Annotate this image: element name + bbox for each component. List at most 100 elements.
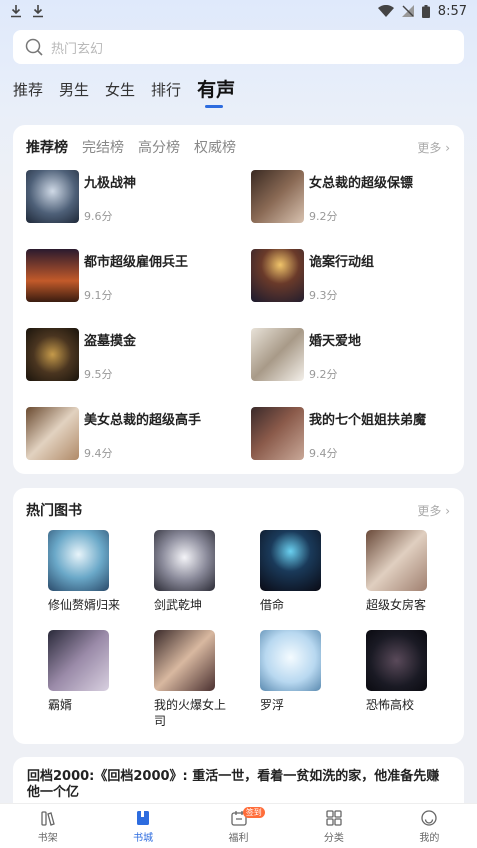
book-score: 9.4分 bbox=[309, 447, 338, 460]
book-cover bbox=[260, 530, 321, 591]
profile-icon bbox=[421, 809, 437, 826]
nav-label: 书城 bbox=[133, 832, 154, 844]
ranking-tabs: 推荐榜 完结榜 高分榜 权威榜 bbox=[26, 137, 236, 157]
nav-label: 我的 bbox=[419, 832, 440, 844]
book-grid-item[interactable]: 修仙赘婿归来 bbox=[48, 530, 138, 613]
book-icon bbox=[137, 810, 150, 825]
bottom-nav: 书架 书城 福利 签到 分类 我的 bbox=[0, 803, 477, 848]
book-title: 我的七个姐姐扶弟魔 bbox=[309, 413, 427, 428]
book-title: 我的火爆女上司 bbox=[154, 698, 227, 728]
book-score: 9.3分 bbox=[309, 289, 338, 302]
ranking-more-link[interactable]: 更多 › bbox=[417, 139, 450, 156]
nav-label: 分类 bbox=[323, 832, 344, 844]
book-cover bbox=[26, 328, 79, 381]
book-score: 9.2分 bbox=[309, 368, 338, 381]
nav-label: 福利 bbox=[228, 832, 249, 844]
more-label: 更多 bbox=[417, 504, 442, 518]
book-cover bbox=[26, 170, 79, 223]
rank-item[interactable]: 美女总裁的超级高手 9.4分 bbox=[26, 407, 236, 465]
book-title: 婚天爱地 bbox=[309, 334, 362, 349]
download-icon bbox=[11, 5, 21, 18]
download-icon bbox=[33, 5, 43, 18]
nav-bookshelf[interactable]: 书架 bbox=[0, 804, 95, 848]
book-title: 修仙赘婿归来 bbox=[48, 598, 121, 612]
book-score: 9.6分 bbox=[84, 210, 113, 223]
ranking-tab-completed[interactable]: 完结榜 bbox=[82, 137, 124, 157]
category-tabs: 推荐 男生 女生 排行 有声 bbox=[13, 78, 251, 108]
rank-item[interactable]: 九极战神 9.6分 bbox=[26, 170, 236, 228]
rank-item[interactable]: 我的七个姐姐扶弟魔 9.4分 bbox=[251, 407, 461, 465]
book-score: 9.2分 bbox=[309, 210, 338, 223]
book-cover bbox=[26, 407, 79, 460]
book-title: 都市超级雇佣兵王 bbox=[84, 255, 189, 270]
book-title: 剑武乾坤 bbox=[154, 598, 203, 612]
ranking-tab-high-score[interactable]: 高分榜 bbox=[138, 137, 180, 157]
rank-item[interactable]: 诡案行动组 9.3分 bbox=[251, 249, 461, 307]
book-title: 罗浮 bbox=[260, 698, 285, 712]
book-cover bbox=[154, 630, 215, 691]
tab-male[interactable]: 男生 bbox=[59, 78, 89, 102]
book-title: 女总裁的超级保镖 bbox=[309, 176, 414, 191]
status-time: 8:57 bbox=[437, 3, 467, 19]
checkin-badge: 签到 bbox=[242, 807, 265, 818]
book-score: 9.5分 bbox=[84, 368, 113, 381]
book-grid-item[interactable]: 借命 bbox=[260, 530, 350, 613]
hot-books-header: 热门图书 bbox=[26, 500, 82, 520]
book-title: 恐怖高校 bbox=[366, 698, 415, 712]
bookshelf-icon bbox=[41, 810, 55, 826]
nav-category[interactable]: 分类 bbox=[286, 804, 381, 848]
news-text: 回档2000:《回档2000》: 重活一世，看着一贫如洗的家，他准备先赚他一个亿 bbox=[27, 769, 440, 800]
tab-ranking[interactable]: 排行 bbox=[151, 78, 181, 102]
more-label: 更多 bbox=[417, 141, 442, 155]
wifi-icon bbox=[377, 5, 394, 17]
search-placeholder: 热门玄幻 bbox=[51, 41, 104, 57]
tab-recommend[interactable]: 推荐 bbox=[13, 78, 43, 102]
book-cover bbox=[26, 249, 79, 302]
book-grid-item[interactable]: 霸婿 bbox=[48, 630, 138, 713]
ranking-tab-recommend[interactable]: 推荐榜 bbox=[26, 137, 68, 157]
nav-label: 书架 bbox=[37, 832, 58, 844]
rank-item[interactable]: 盗墓摸金 9.5分 bbox=[26, 328, 236, 386]
grid-icon bbox=[326, 809, 342, 826]
book-title: 诡案行动组 bbox=[309, 255, 375, 270]
tab-audio[interactable]: 有声 bbox=[197, 78, 235, 108]
hot-books-more-link[interactable]: 更多 › bbox=[417, 502, 450, 519]
book-cover bbox=[260, 630, 321, 691]
nav-welfare[interactable]: 福利 签到 bbox=[191, 804, 286, 848]
search-icon bbox=[25, 38, 43, 56]
ranking-card: 推荐榜 完结榜 高分榜 权威榜 更多 › 九极战神 9.6分 女总裁的超级保镖 … bbox=[13, 125, 464, 474]
book-grid-item[interactable]: 我的火爆女上司 bbox=[154, 630, 244, 729]
book-score: 9.4分 bbox=[84, 447, 113, 460]
news-item[interactable]: 回档2000:《回档2000》: 重活一世，看着一贫如洗的家，他准备先赚他一个亿 bbox=[13, 757, 464, 805]
rank-item[interactable]: 女总裁的超级保镖 9.2分 bbox=[251, 170, 461, 228]
book-grid-item[interactable]: 恐怖高校 bbox=[366, 630, 456, 713]
book-title: 超级女房客 bbox=[366, 598, 427, 612]
book-title: 九极战神 bbox=[84, 176, 137, 191]
book-cover bbox=[251, 170, 304, 223]
book-cover bbox=[48, 630, 109, 691]
book-cover bbox=[251, 407, 304, 460]
no-signal-icon bbox=[401, 5, 414, 17]
status-bar: 8:57 bbox=[0, 0, 477, 22]
book-cover bbox=[251, 249, 304, 302]
search-bar[interactable]: 热门玄幻 bbox=[13, 30, 464, 64]
book-title: 霸婿 bbox=[48, 698, 73, 712]
ranking-tab-authority[interactable]: 权威榜 bbox=[194, 137, 236, 157]
battery-icon bbox=[421, 4, 430, 18]
rank-item[interactable]: 婚天爱地 9.2分 bbox=[251, 328, 461, 386]
tab-female[interactable]: 女生 bbox=[105, 78, 135, 102]
book-grid-item[interactable]: 超级女房客 bbox=[366, 530, 456, 613]
book-score: 9.1分 bbox=[84, 289, 113, 302]
rank-item[interactable]: 都市超级雇佣兵王 9.1分 bbox=[26, 249, 236, 307]
nav-profile[interactable]: 我的 bbox=[382, 804, 477, 848]
book-cover bbox=[366, 530, 427, 591]
book-cover bbox=[366, 630, 427, 691]
book-title: 美女总裁的超级高手 bbox=[84, 413, 202, 428]
hot-books-card: 热门图书 更多 › 修仙赘婿归来 剑武乾坤 借命 超级女房客 霸婿 我的火爆女上… bbox=[13, 488, 464, 744]
nav-bookstore[interactable]: 书城 bbox=[95, 804, 190, 848]
book-grid-item[interactable]: 剑武乾坤 bbox=[154, 530, 244, 613]
book-cover bbox=[48, 530, 109, 591]
book-grid-item[interactable]: 罗浮 bbox=[260, 630, 350, 713]
hot-books-title: 热门图书 bbox=[26, 503, 82, 519]
book-cover bbox=[251, 328, 304, 381]
